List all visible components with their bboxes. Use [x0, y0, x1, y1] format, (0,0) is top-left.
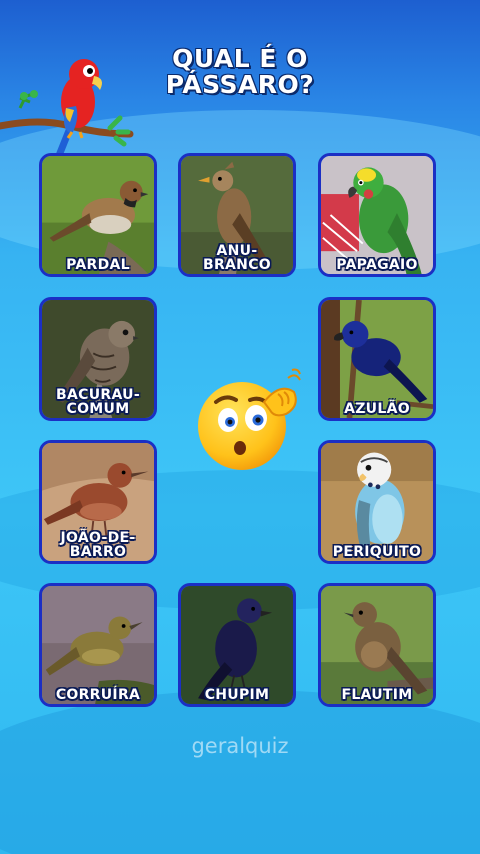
- quiz-title: QUAL É O PÁSSARO?: [0, 46, 480, 98]
- bird-label: CHUPIM: [181, 687, 293, 703]
- bird-label: ANU- BRANCO: [181, 243, 293, 273]
- quiz-screen: QUAL É O PÁSSARO? PARDAL ANU- BRANCO PAP…: [0, 0, 480, 854]
- bird-label: AZULÃO: [321, 401, 433, 417]
- label-line: FLAUTIM: [341, 687, 413, 703]
- bird-label: FLAUTIM: [321, 687, 433, 703]
- background-wave: [0, 690, 480, 854]
- label-line: BACURAU-: [56, 387, 140, 403]
- label-line: ANU-: [216, 243, 258, 259]
- bird-card-periquito[interactable]: PERIQUITO: [318, 440, 436, 564]
- label-line: PERIQUITO: [332, 544, 422, 560]
- bird-label: PERIQUITO: [321, 544, 433, 560]
- bird-card-azulao[interactable]: AZULÃO: [318, 297, 436, 421]
- bird-label: PARDAL: [42, 257, 154, 273]
- label-line: PAPAGAIO: [336, 257, 418, 273]
- label-line: COMUM: [66, 401, 130, 417]
- bird-label: BACURAU- COMUM: [42, 387, 154, 417]
- bird-card-joao-de-barro[interactable]: JOÃO-DE- BARRO: [39, 440, 157, 564]
- label-line: JOÃO-DE-: [60, 530, 136, 546]
- bird-card-corruira[interactable]: CORRUÍRA: [39, 583, 157, 707]
- bird-card-papagaio[interactable]: PAPAGAIO: [318, 153, 436, 277]
- label-line: PARDAL: [66, 257, 130, 273]
- watermark: geralquiz: [191, 734, 289, 758]
- label-line: CHUPIM: [204, 687, 270, 703]
- bird-card-anu-branco[interactable]: ANU- BRANCO: [178, 153, 296, 277]
- bird-card-flautim[interactable]: FLAUTIM: [318, 583, 436, 707]
- bird-card-chupim[interactable]: CHUPIM: [178, 583, 296, 707]
- label-line: BARRO: [69, 544, 127, 560]
- label-line: AZULÃO: [344, 401, 410, 417]
- thinking-confused-emoji-icon: [198, 368, 301, 470]
- bird-card-bacurau-comum[interactable]: BACURAU- COMUM: [39, 297, 157, 421]
- bird-card-pardal[interactable]: PARDAL: [39, 153, 157, 277]
- title-line-1: QUAL É O: [172, 44, 308, 73]
- label-line: CORRUÍRA: [55, 687, 141, 703]
- label-line: BRANCO: [203, 257, 271, 273]
- bird-label: PAPAGAIO: [321, 257, 433, 273]
- title-line-2: PÁSSARO?: [165, 70, 315, 99]
- bird-label: JOÃO-DE- BARRO: [42, 530, 154, 560]
- bird-label: CORRUÍRA: [42, 687, 154, 703]
